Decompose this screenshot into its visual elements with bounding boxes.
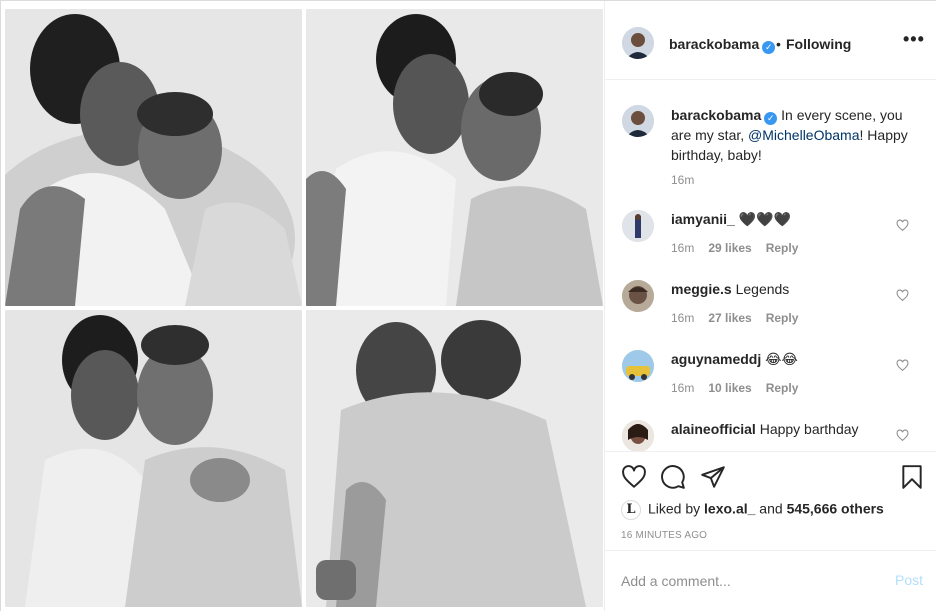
- likes-count-link[interactable]: 545,666 others: [787, 501, 884, 517]
- comment-likes[interactable]: 27 likes: [708, 311, 751, 325]
- comment-like-heart-icon[interactable]: [896, 429, 909, 442]
- comment-like-heart-icon[interactable]: [896, 289, 909, 302]
- commenter-avatar[interactable]: [622, 420, 654, 451]
- comment-item: iamyanii_ 🖤🖤🖤 16m 29 likes Reply: [605, 210, 936, 280]
- comment-text: alaineofficial Happy barthday: [671, 421, 859, 437]
- add-comment-bar: Post: [605, 550, 936, 611]
- comment-input[interactable]: [621, 571, 871, 591]
- post-timestamp[interactable]: 16 MINUTES AGO: [621, 530, 707, 541]
- comment-meta: 16m 27 likes Reply: [671, 311, 812, 325]
- caption-username[interactable]: barackobama: [671, 107, 761, 123]
- like-heart-icon[interactable]: [621, 464, 647, 490]
- comment-reply-button[interactable]: Reply: [766, 381, 799, 395]
- photo-2: [306, 9, 603, 306]
- comment-time[interactable]: 16m: [671, 311, 694, 325]
- verified-badge-icon: ✓: [764, 112, 778, 125]
- comment-reply-button[interactable]: Reply: [766, 311, 799, 325]
- comment-text: meggie.s Legends: [671, 281, 790, 297]
- comments-list[interactable]: barackobama ✓ In every scene, you are my …: [605, 81, 936, 451]
- comment-item: meggie.s Legends 16m 27 likes Reply: [605, 280, 936, 350]
- caption-avatar[interactable]: [622, 105, 654, 137]
- commenter-avatar[interactable]: [622, 210, 654, 242]
- comment-likes[interactable]: 29 likes: [708, 241, 751, 255]
- post-comment-button[interactable]: Post: [895, 572, 923, 588]
- caption-timestamp[interactable]: 16m: [671, 173, 694, 187]
- liker-username-link[interactable]: lexo.al_: [704, 501, 755, 517]
- comment-time[interactable]: 16m: [671, 381, 694, 395]
- post-media[interactable]: [1, 1, 604, 611]
- follow-separator: •: [776, 36, 781, 52]
- post-header: barackobama ✓ • Following •••: [605, 1, 936, 80]
- comment-like-heart-icon[interactable]: [896, 359, 909, 372]
- comment-item: alaineofficial Happy barthday: [605, 420, 936, 451]
- comment-text: aguynameddj 😂😂: [671, 351, 798, 367]
- liker-avatar[interactable]: L: [621, 500, 641, 520]
- comment-meta: 16m 10 likes Reply: [671, 381, 812, 395]
- comment-reply-button[interactable]: Reply: [766, 241, 799, 255]
- instagram-post: barackobama ✓ • Following ••• barackobama…: [0, 0, 936, 611]
- comment-bubble-icon[interactable]: [660, 464, 686, 490]
- comment-username[interactable]: aguynameddj: [671, 351, 761, 367]
- photo-4: [306, 310, 603, 607]
- liked-by-summary: L Liked by lexo.al_ and 545,666 others: [621, 500, 884, 520]
- more-horizontal-icon[interactable]: •••: [903, 29, 925, 50]
- comment-username[interactable]: iamyanii_: [671, 211, 735, 227]
- commenter-avatar[interactable]: [622, 280, 654, 312]
- post-side-panel: barackobama ✓ • Following ••• barackobama…: [604, 1, 936, 611]
- comment-likes[interactable]: 10 likes: [708, 381, 751, 395]
- comment-time[interactable]: 16m: [671, 241, 694, 255]
- comment-username[interactable]: alaineofficial: [671, 421, 756, 437]
- author-avatar[interactable]: [622, 27, 654, 59]
- following-button[interactable]: Following: [786, 36, 851, 52]
- caption-mention-link[interactable]: @MichelleObama: [748, 127, 859, 143]
- share-paper-plane-icon[interactable]: [700, 464, 726, 490]
- commenter-avatar[interactable]: [622, 350, 654, 382]
- author-username[interactable]: barackobama ✓: [669, 36, 776, 54]
- post-actions: L Liked by lexo.al_ and 545,666 others 16…: [605, 451, 936, 551]
- photo-3: [5, 310, 302, 607]
- comment-meta: 16m 29 likes Reply: [671, 241, 812, 255]
- caption-text: barackobama ✓ In every scene, you are my …: [671, 107, 908, 163]
- verified-badge-icon: ✓: [762, 41, 776, 54]
- comment-username[interactable]: meggie.s: [671, 281, 732, 297]
- comment-like-heart-icon[interactable]: [896, 219, 909, 232]
- comment-text: iamyanii_ 🖤🖤🖤: [671, 211, 792, 227]
- photo-1: [5, 9, 302, 306]
- save-bookmark-icon[interactable]: [899, 464, 925, 490]
- comment-item: aguynameddj 😂😂 16m 10 likes Reply: [605, 350, 936, 420]
